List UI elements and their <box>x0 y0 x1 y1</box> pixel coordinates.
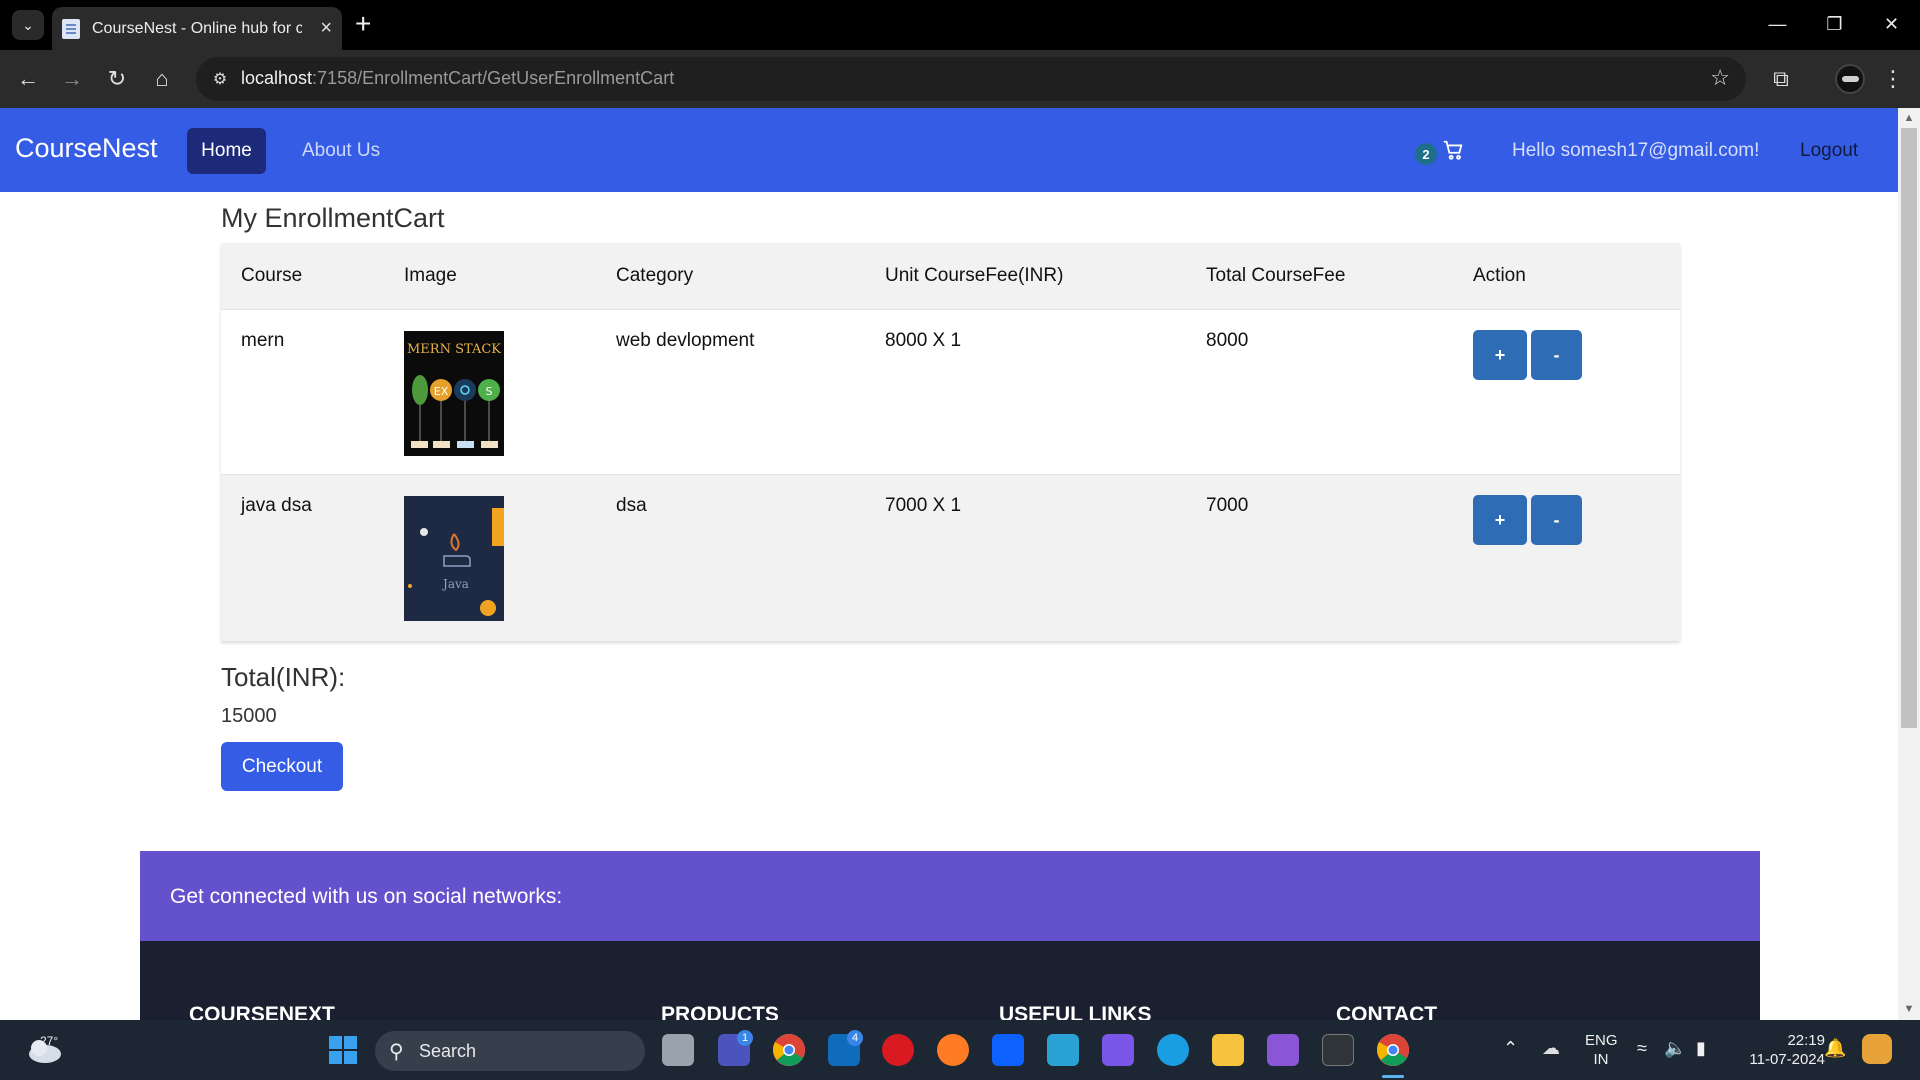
weather-temperature: 27° <box>40 1034 59 1048</box>
active-app-indicator <box>1382 1075 1404 1078</box>
thumbnail-text-java: Java <box>441 577 469 591</box>
close-window-icon[interactable]: ✕ <box>1863 0 1920 48</box>
cart-count-badge[interactable]: 2 <box>1415 143 1437 165</box>
scroll-thumb[interactable] <box>1901 128 1917 728</box>
onedrive-status-icon[interactable]: ☁ <box>1542 1038 1560 1059</box>
notifications-bell-icon[interactable]: 🔔 <box>1824 1038 1846 1059</box>
column-header-action: Action <box>1473 265 1526 286</box>
browser-toolbar: ← → ↻ ⌂ ⚙ localhost:7158/EnrollmentCart/… <box>0 50 1920 108</box>
input-language[interactable]: ENG IN <box>1585 1031 1618 1069</box>
taskbar-search-box[interactable]: ⚲ Search <box>375 1031 645 1071</box>
scroll-down-arrow-icon[interactable]: ▼ <box>1903 1003 1915 1015</box>
site-navbar: CourseNest Home About Us 2 Hello somesh1… <box>0 108 1898 192</box>
firefox-icon[interactable] <box>937 1034 969 1066</box>
windows-taskbar: 27° ⚲ Search 1 4 ⌃ ☁ ENG IN ≈ 🔈 ▮ 22:19 11… <box>0 1020 1920 1080</box>
decrease-quantity-button[interactable]: - <box>1531 495 1582 545</box>
footer-links-section: COURSENEXT PRODUCTS USEFUL LINKS CONTACT <box>140 941 1760 1026</box>
dropbox-icon[interactable] <box>992 1034 1024 1066</box>
profile-avatar[interactable] <box>1835 64 1865 94</box>
total-fee: 8000 <box>1206 330 1249 351</box>
menu-kebab-icon[interactable]: ⋮ <box>1878 64 1908 94</box>
file-explorer-icon[interactable] <box>1212 1034 1244 1066</box>
table-row: java dsa Java dsa 7000 X 1 7000 + - <box>221 475 1680 641</box>
cart-icon[interactable] <box>1442 139 1464 167</box>
visual-studio-icon[interactable] <box>1267 1034 1299 1066</box>
show-hidden-icons-chevron-icon[interactable]: ⌃ <box>1503 1038 1518 1059</box>
wifi-icon[interactable]: ≈ <box>1637 1038 1647 1059</box>
terminal-icon[interactable] <box>1322 1034 1354 1066</box>
copilot-tray-icon[interactable] <box>1862 1034 1892 1064</box>
increase-quantity-button[interactable]: + <box>1473 330 1527 380</box>
copilot-icon[interactable] <box>1102 1034 1134 1066</box>
scroll-up-arrow-icon[interactable]: ▲ <box>1903 112 1915 124</box>
browser-tab-bar: ⌄ CourseNest - Online hub for co × + — ❐… <box>0 0 1920 50</box>
column-header-image: Image <box>404 265 457 286</box>
task-view-icon[interactable] <box>662 1034 694 1066</box>
nav-home-link[interactable]: Home <box>187 128 266 174</box>
svg-text:EX: EX <box>434 385 449 398</box>
enrollment-cart-table: Course Image Category Unit CourseFee(INR… <box>221 243 1680 641</box>
restore-window-icon[interactable]: ❐ <box>1806 0 1863 48</box>
tab-close-icon[interactable]: × <box>320 17 332 40</box>
back-arrow-icon[interactable]: ← <box>13 64 43 94</box>
battery-icon[interactable]: ▮ <box>1696 1038 1706 1059</box>
unit-fee: 8000 X 1 <box>885 330 962 351</box>
edge-icon[interactable] <box>1157 1034 1189 1066</box>
decrease-quantity-button[interactable]: - <box>1531 330 1582 380</box>
url-text[interactable]: localhost:7158/EnrollmentCart/GetUserEnr… <box>241 68 674 89</box>
column-header-unit-fee: Unit CourseFee(INR) <box>885 265 1064 286</box>
address-bar[interactable]: ⚙ localhost:7158/EnrollmentCart/GetUserE… <box>196 57 1746 101</box>
page-title: My EnrollmentCart <box>221 203 445 233</box>
course-thumbnail-java: Java <box>404 496 504 621</box>
taskbar-search-label: Search <box>419 1041 477 1061</box>
table-row: mern MERN STACK EX S web devlopment 8000… <box>221 309 1680 475</box>
extensions-puzzle-icon[interactable]: ⧉ <box>1766 64 1796 94</box>
opera-icon[interactable] <box>882 1034 914 1066</box>
course-category: web devlopment <box>616 330 755 351</box>
remote-desktop-icon[interactable] <box>1047 1034 1079 1066</box>
column-header-total-fee: Total CourseFee <box>1206 265 1346 286</box>
minimize-window-icon[interactable]: — <box>1749 0 1806 48</box>
nav-about-link[interactable]: About Us <box>302 140 380 162</box>
social-networks-text: Get connected with us on social networks… <box>170 885 563 908</box>
home-icon[interactable]: ⌂ <box>147 64 177 94</box>
volume-icon[interactable]: 🔈 <box>1664 1038 1686 1059</box>
increase-quantity-button[interactable]: + <box>1473 495 1527 545</box>
unit-fee: 7000 X 1 <box>885 495 962 516</box>
checkout-button[interactable]: Checkout <box>221 742 343 791</box>
total-value: 15000 <box>221 705 277 727</box>
total-fee: 7000 <box>1206 495 1249 516</box>
browser-tab-active[interactable]: CourseNest - Online hub for co × <box>52 7 342 50</box>
tab-title: CourseNest - Online hub for co <box>92 19 302 37</box>
user-greeting[interactable]: Hello somesh17@gmail.com! <box>1512 140 1759 162</box>
chrome-icon[interactable] <box>773 1034 805 1066</box>
new-tab-plus-icon[interactable]: + <box>355 10 371 38</box>
social-networks-band: Get connected with us on social networks… <box>140 851 1760 941</box>
brand-logo[interactable]: CourseNest <box>15 133 158 164</box>
logout-link[interactable]: Logout <box>1800 140 1858 162</box>
bookmark-star-icon[interactable]: ☆ <box>1710 65 1730 91</box>
page-favicon-icon <box>62 18 80 39</box>
total-label: Total(INR): <box>221 662 346 692</box>
svg-text:S: S <box>486 385 493 398</box>
site-info-icon[interactable]: ⚙ <box>208 67 232 91</box>
thumbnail-text-mern: MERN STACK <box>407 342 501 357</box>
forward-arrow-icon[interactable]: → <box>57 64 87 94</box>
teams-notification-badge: 1 <box>737 1030 753 1046</box>
column-header-category: Category <box>616 265 694 286</box>
course-category: dsa <box>616 495 647 516</box>
reload-icon[interactable]: ↻ <box>102 64 132 94</box>
search-icon: ⚲ <box>389 1041 404 1063</box>
column-header-course: Course <box>241 265 303 286</box>
course-name: java dsa <box>241 495 312 516</box>
chrome-profile-icon[interactable] <box>1377 1034 1409 1066</box>
tab-search-chevron-icon[interactable]: ⌄ <box>12 10 44 40</box>
mail-notification-badge: 4 <box>847 1030 863 1046</box>
system-clock[interactable]: 22:19 11-07-2024 <box>1735 1031 1825 1069</box>
course-thumbnail-mern: MERN STACK EX S <box>404 331 504 456</box>
windows-start-icon[interactable] <box>327 1034 359 1066</box>
course-name: mern <box>241 330 285 351</box>
